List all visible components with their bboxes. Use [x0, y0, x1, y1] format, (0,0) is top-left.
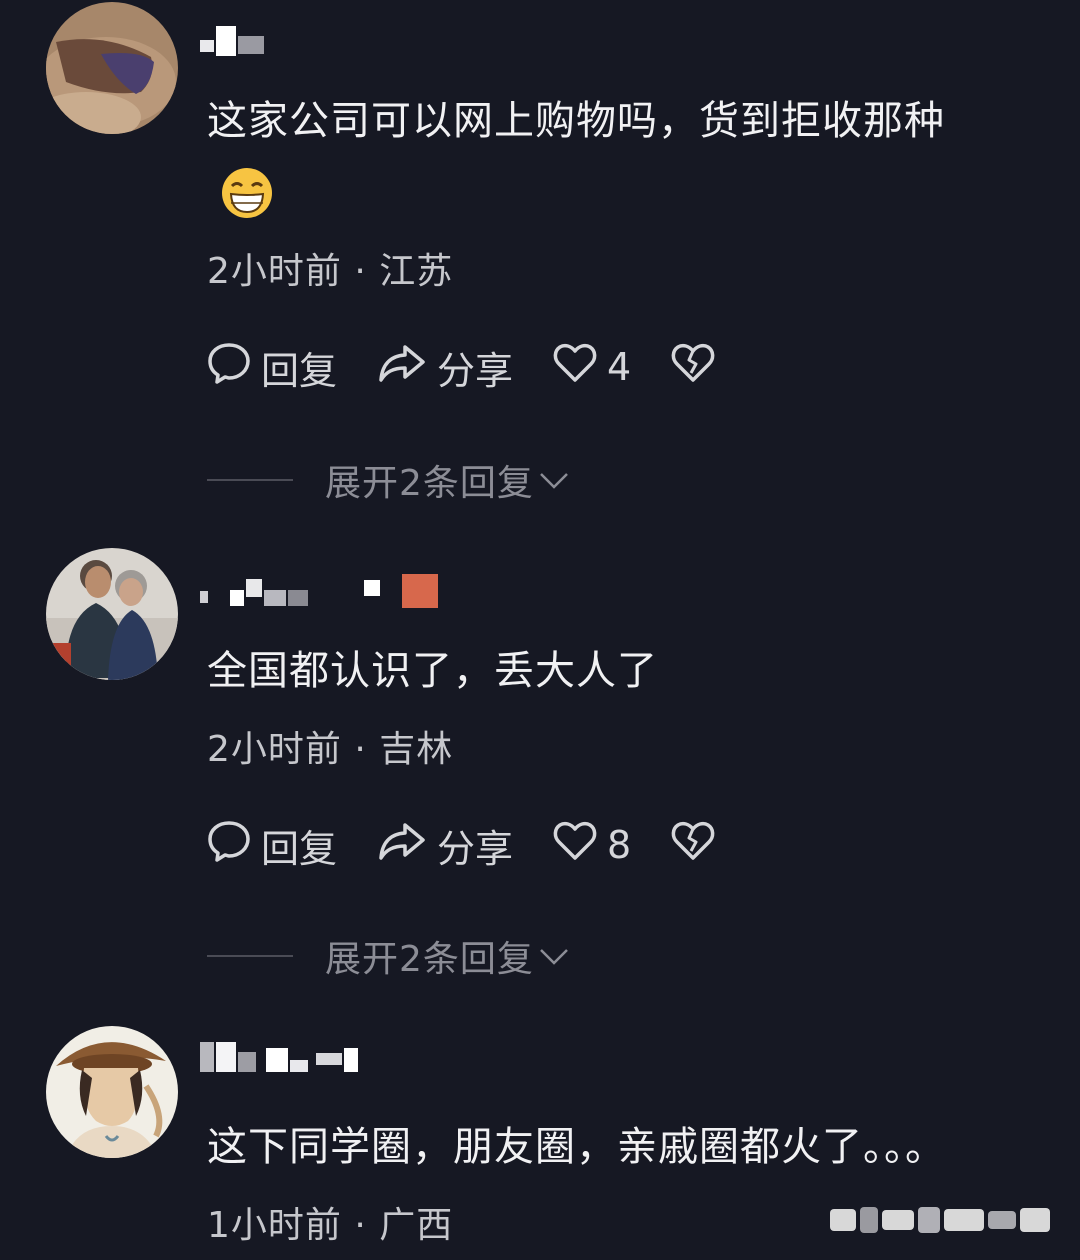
watermark: [830, 1200, 1060, 1240]
reply-button[interactable]: 回复: [207, 818, 337, 873]
username-redacted[interactable]: [200, 574, 438, 608]
divider-line: [207, 955, 293, 957]
avatar[interactable]: [46, 2, 178, 134]
divider-line: [207, 479, 293, 481]
dislike-button[interactable]: [671, 820, 725, 871]
chevron-down-icon: [538, 460, 570, 501]
comment-bubble-icon: [207, 341, 261, 394]
comment-meta: 1小时前 · 广西: [207, 1205, 454, 1246]
comment-text: 这下同学圈，朋友圈，亲戚圈都火了。。。: [207, 1124, 946, 1170]
comment-actions: 回复 分享 4: [207, 340, 765, 395]
share-arrow-icon: [377, 341, 437, 394]
share-button[interactable]: 分享: [377, 818, 513, 873]
comment-meta: 2小时前 · 吉林: [207, 729, 454, 770]
username-redacted[interactable]: [200, 1040, 358, 1074]
heart-icon: [553, 820, 607, 871]
heart-icon: [553, 342, 607, 393]
like-button[interactable]: 8: [553, 820, 631, 871]
broken-heart-icon: [671, 342, 725, 393]
reply-label: 回复: [261, 826, 338, 871]
like-count: 4: [607, 345, 632, 389]
reply-label: 回复: [261, 348, 338, 393]
expand-label: 展开2条回复: [325, 463, 534, 504]
share-button[interactable]: 分享: [377, 340, 513, 395]
share-arrow-icon: [377, 819, 437, 872]
username-redacted[interactable]: [200, 24, 264, 58]
reply-button[interactable]: 回复: [207, 340, 337, 395]
comment-text: 全国都认识了，丢大人了: [207, 648, 658, 694]
chevron-down-icon: [538, 936, 570, 977]
expand-label: 展开2条回复: [325, 939, 534, 980]
expand-replies-button[interactable]: 展开2条回复: [207, 454, 570, 506]
share-label: 分享: [437, 348, 514, 393]
like-count: 8: [607, 823, 632, 867]
comment-text: 这家公司可以网上购物吗，货到拒收那种: [207, 98, 945, 144]
avatar[interactable]: [46, 1026, 178, 1158]
broken-heart-icon: [671, 820, 725, 871]
grinning-face-emoji-icon: [220, 166, 274, 224]
expand-replies-button[interactable]: 展开2条回复: [207, 930, 570, 982]
dislike-button[interactable]: [671, 342, 725, 393]
like-button[interactable]: 4: [553, 342, 631, 393]
share-label: 分享: [437, 826, 514, 871]
comment-meta: 2小时前 · 江苏: [207, 251, 454, 292]
comment-actions: 回复 分享 8: [207, 818, 765, 873]
comment-bubble-icon: [207, 819, 261, 872]
avatar[interactable]: [46, 548, 178, 680]
